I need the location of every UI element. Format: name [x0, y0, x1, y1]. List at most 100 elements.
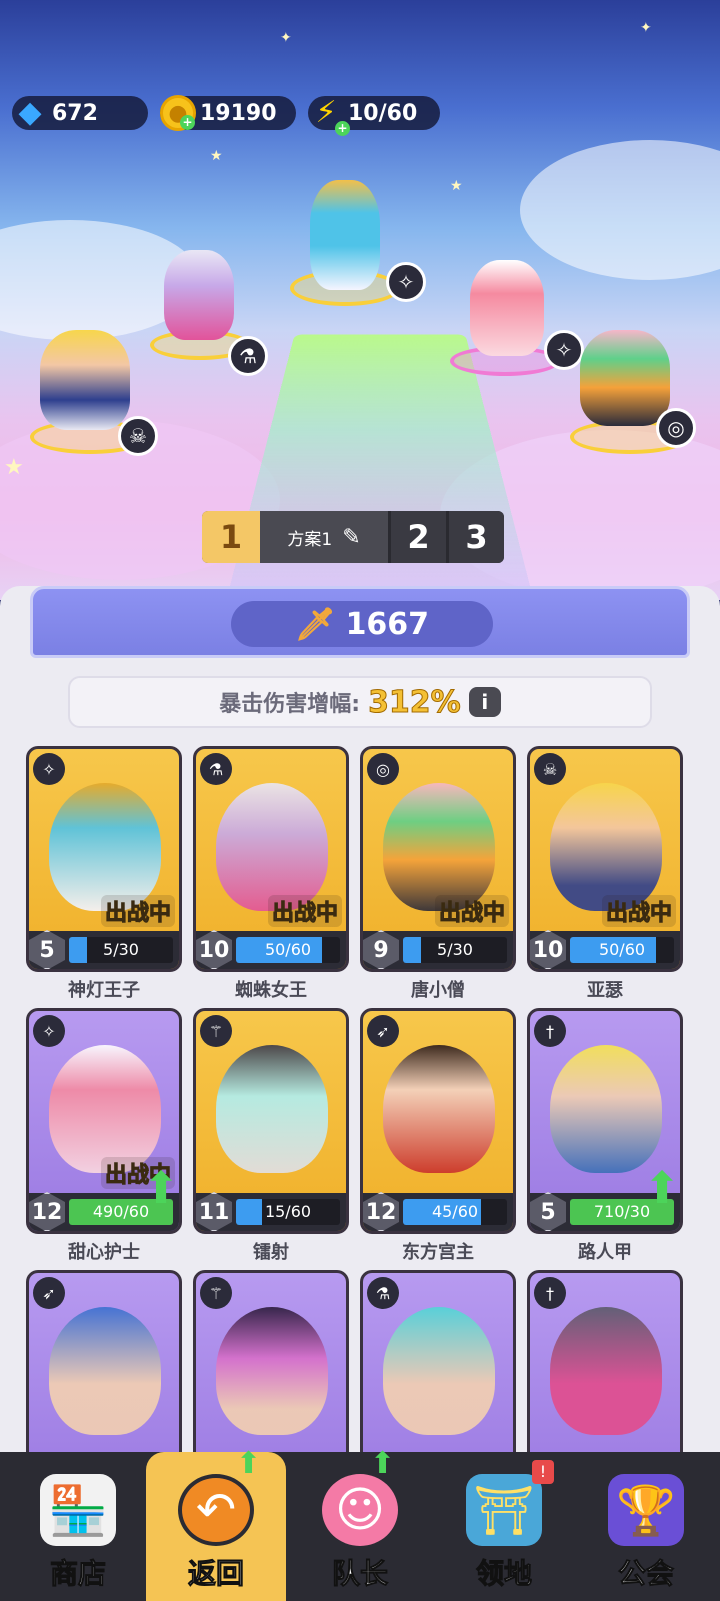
hero-portrait — [49, 1045, 161, 1173]
hero-card[interactable]: ✧ 出战中 5 5/30 — [26, 746, 182, 972]
hero-portrait — [383, 1045, 495, 1173]
preset-tab-3[interactable]: 3 — [446, 511, 504, 563]
coin-counter[interactable]: ● + 19190 — [160, 95, 296, 131]
deployed-badge: 出战中 — [601, 895, 676, 927]
shard-progress-text: 50/60 — [264, 940, 312, 959]
nav-return[interactable]: ⬆ ↶ 返回 — [146, 1446, 286, 1601]
preset-tab-1[interactable]: 1 — [202, 511, 260, 563]
hero-name: 神灯王子 — [68, 980, 140, 1001]
level-row: 12 45/60 — [363, 1192, 513, 1231]
preset-tab-2[interactable]: 2 — [388, 511, 446, 563]
sword-icon: 🗡 — [294, 605, 336, 643]
hero-slot-right-bottom[interactable]: ◎ — [560, 320, 710, 460]
hero-portrait — [49, 1307, 161, 1435]
spider-queen-figure — [164, 250, 234, 340]
hero-card[interactable]: ➶ 12 45/60 — [360, 1008, 516, 1234]
nav-captain[interactable]: ⬆ ☺ 队长 — [290, 1446, 430, 1601]
hero-portrait — [216, 1307, 328, 1435]
hero-portrait — [216, 1045, 328, 1173]
potion-icon: ⚗ — [228, 336, 268, 376]
hero-name: 唐小僧 — [411, 980, 465, 1001]
star-icon: ✦ — [280, 30, 292, 46]
preset-name-label: 方案1 — [287, 529, 333, 550]
hero-level: 9 — [363, 930, 399, 969]
deployed-badge: 出战中 — [100, 895, 175, 927]
hero-level: 10 — [530, 930, 566, 969]
nav-territory[interactable]: ! ⛩ 领地 — [434, 1452, 574, 1601]
star-icon: ★ — [210, 148, 223, 164]
hero-level: 5 — [530, 1192, 566, 1231]
hero-card[interactable]: ☠ 出战中 10 50/60 — [527, 746, 683, 972]
power-value: 1667 — [345, 606, 430, 642]
hero-card[interactable]: ✧ 出战中 12 490/60 ⬆ — [26, 1008, 182, 1234]
hero-portrait — [550, 1045, 662, 1173]
hero-portrait — [383, 783, 495, 911]
dagger-icon: † — [534, 1015, 566, 1047]
bow-icon: ➶ — [367, 1015, 399, 1047]
alert-badge: ! — [532, 1460, 554, 1484]
nav-label: 商店 — [49, 1557, 106, 1591]
hero-card[interactable]: † 5 710/30 ⬆ — [527, 1008, 683, 1234]
resource-bar: ◆ 672 ● + 19190 ⚡ + 10/60 — [12, 95, 440, 136]
nav-guild[interactable]: 🏆 公会 — [576, 1452, 716, 1601]
deployed-badge: 出战中 — [267, 895, 342, 927]
shard-progress-text: 5/30 — [437, 940, 473, 959]
hero-card[interactable]: ⚚ 11 15/60 — [193, 1008, 349, 1234]
deployed-label-suffix: 中 — [649, 901, 672, 927]
gem-counter[interactable]: ◆ 672 — [12, 95, 148, 130]
level-row: 9 5/30 — [363, 930, 513, 969]
nav-shop[interactable]: 🏪 商店 — [8, 1452, 148, 1601]
info-icon[interactable]: i — [468, 687, 501, 717]
level-row: 5 5/30 — [29, 930, 179, 969]
hero-card[interactable]: ◎ 出战中 9 5/30 — [360, 746, 516, 972]
hero-card[interactable]: ⚗ 出战中 10 50/60 — [193, 746, 349, 972]
hero-slot-left-bottom[interactable]: ☠ — [20, 320, 170, 460]
team-scene: ✦ ✦ ★ ★ ★ ◆ 672 ● + 19190 ⚡ + 10/60 ✧ ⚗ ☠ — [0, 0, 720, 600]
deployed-label-suffix: 中 — [148, 901, 171, 927]
hero-level: 12 — [29, 1192, 65, 1231]
upgrade-arrow-icon: ⬆ — [370, 1446, 396, 1481]
preset-name[interactable]: 方案1 ✎ — [260, 511, 388, 563]
energy-counter[interactable]: ⚡ + 10/60 — [308, 95, 440, 136]
shard-progress-text: 45/60 — [431, 1202, 479, 1221]
team-power: 🗡 1667 — [231, 601, 493, 647]
shop-icon: 🏪 — [40, 1474, 116, 1546]
deployed-label-suffix: 中 — [315, 901, 338, 927]
star-icon: ✦ — [640, 20, 652, 36]
hero-name: 路人甲 — [578, 1242, 632, 1263]
level-row: 11 15/60 — [196, 1192, 346, 1231]
nav-label: 队长 — [331, 1557, 388, 1591]
power-header: 🗡 1667 — [30, 586, 690, 658]
shard-progress-text: 15/60 — [264, 1202, 312, 1221]
dagger-icon: † — [534, 1277, 566, 1309]
hero-slot-center[interactable]: ✧ — [290, 170, 426, 310]
return-icon: ↶ — [178, 1474, 254, 1546]
hero-level: 10 — [196, 930, 232, 969]
star-icon: ★ — [450, 178, 463, 194]
level-row: 10 50/60 — [530, 930, 680, 969]
shard-progress-text: 5/30 — [103, 940, 139, 959]
bottom-nav: 🏪 商店 ⬆ ↶ 返回 ⬆ ☺ 队长 ! ⛩ 领地 🏆 公会 — [0, 1446, 720, 1601]
hero-level: 12 — [363, 1192, 399, 1231]
hero-name: 东方宫主 — [402, 1242, 474, 1263]
gem-icon: ◆ — [18, 94, 42, 130]
hero-portrait — [216, 783, 328, 911]
shard-progress-text: 490/60 — [92, 1202, 150, 1221]
wings-icon: ✧ — [33, 753, 65, 785]
captain-icon: ☺ — [322, 1474, 398, 1546]
nav-label: 返回 — [187, 1557, 244, 1591]
energy-count: 10/60 — [348, 100, 418, 126]
sweetheart-nurse-figure — [470, 260, 544, 356]
horned-skull-icon: ☠ — [534, 753, 566, 785]
bow-icon: ➶ — [33, 1277, 65, 1309]
shard-progress-bar: 5/30 — [69, 937, 173, 963]
edit-icon: ✎ — [342, 524, 361, 550]
shard-progress-bar: 710/30 — [570, 1199, 674, 1225]
deployed-label: 出战 — [605, 901, 650, 927]
swirl-icon: ◎ — [656, 408, 696, 448]
hero-name: 甜心护士 — [68, 1242, 140, 1263]
wings-icon: ✧ — [33, 1015, 65, 1047]
shard-progress-text: 50/60 — [598, 940, 646, 959]
gem-count: 672 — [52, 100, 98, 126]
guild-icon: 🏆 — [608, 1474, 684, 1546]
